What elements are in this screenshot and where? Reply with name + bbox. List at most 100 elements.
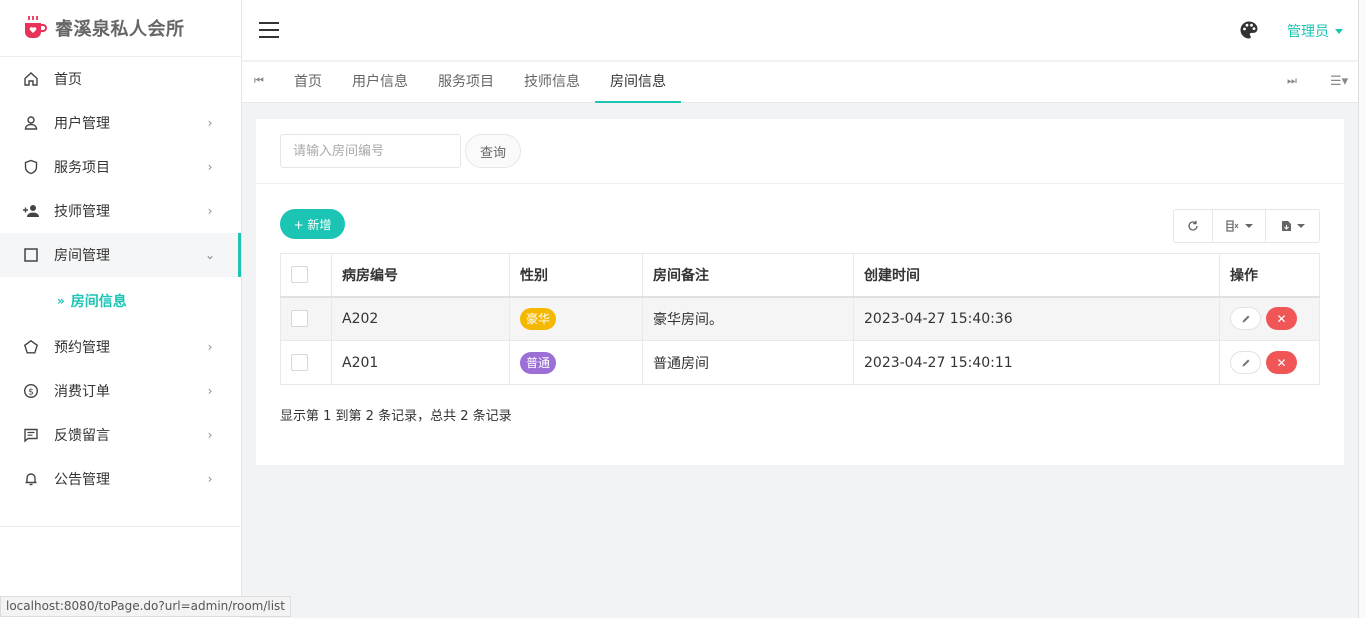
brand[interactable]: 睿溪泉私人会所: [0, 0, 241, 57]
pagination-summary: 显示第 1 到第 2 条记录，总共 2 条记录: [280, 409, 512, 424]
tab-options-icon[interactable]: ☰▾: [1330, 74, 1348, 89]
tab-scroll-left-icon[interactable]: ⏮: [254, 74, 264, 88]
delete-button[interactable]: ✕: [1266, 351, 1297, 374]
palette-icon[interactable]: [1239, 20, 1259, 40]
select-all-checkbox[interactable]: [291, 266, 308, 284]
column-header[interactable]: 房间备注: [642, 253, 854, 298]
room-number-search-input[interactable]: [280, 134, 461, 168]
sidebar-item-orders[interactable]: $ 消费订单 ›: [0, 369, 241, 413]
table-row: A202 豪华 豪华房间。 2023-04-27 15:40:36 ✕: [280, 296, 1320, 341]
note-cell: 豪华房间。: [642, 296, 854, 341]
sidebar-item-label: 用户管理: [54, 116, 110, 132]
created-time-cell: 2023-04-27 15:40:11: [853, 340, 1220, 385]
columns-toggle-button[interactable]: [1213, 210, 1266, 242]
bell-icon: [22, 470, 40, 488]
columns-icon: [1225, 220, 1238, 232]
tab-room-info[interactable]: 房间信息: [595, 62, 681, 103]
refresh-icon: [1188, 220, 1198, 231]
column-header[interactable]: 病房编号: [331, 253, 510, 298]
chevron-right-icon: ›: [207, 116, 213, 130]
sidebar-item-label: 消费订单: [54, 384, 110, 400]
column-header[interactable]: 性别: [509, 253, 643, 298]
sidebar-item-label: 公告管理: [54, 472, 110, 488]
search-button[interactable]: 查询: [465, 134, 521, 168]
refresh-button[interactable]: [1174, 210, 1213, 242]
room-number-cell: A202: [331, 296, 510, 341]
caret-down-icon: [1244, 224, 1253, 228]
chevron-right-icon: ›: [207, 340, 213, 354]
add-button[interactable]: + 新增: [280, 209, 345, 239]
table-row: A201 普通 普通房间 2023-04-27 15:40:11 ✕: [280, 340, 1320, 385]
close-icon: ✕: [1276, 355, 1287, 370]
file-export-icon: [1281, 221, 1291, 231]
actions-cell: ✕: [1219, 340, 1320, 385]
sidebar-item-feedback[interactable]: 反馈留言 ›: [0, 413, 241, 457]
chevron-right-icon: ›: [207, 428, 213, 442]
row-checkbox[interactable]: [291, 354, 308, 371]
shield-icon: [22, 158, 40, 176]
sidebar-item-rooms[interactable]: 房间管理 ⌄: [0, 233, 241, 277]
column-header[interactable]: 创建时间: [853, 253, 1220, 298]
sidebar-menu: 首页 用户管理 › 服务项目 › 技师管理 › 房间管理 ⌄ » 房间信息 预约…: [0, 57, 241, 501]
admin-label: 管理员: [1287, 24, 1329, 40]
search-bar: 查询: [256, 119, 1344, 184]
export-button[interactable]: [1266, 210, 1319, 242]
svg-text:$: $: [28, 388, 34, 398]
sidebar-item-label: 房间管理: [54, 248, 110, 264]
edit-button[interactable]: [1230, 307, 1261, 331]
row-checkbox[interactable]: [291, 310, 308, 328]
tab-user-info[interactable]: 用户信息: [337, 62, 423, 103]
sidebar-item-services[interactable]: 服务项目 ›: [0, 145, 241, 189]
sidebar: 睿溪泉私人会所 首页 用户管理 › 服务项目 › 技师管理 › 房间管理 ⌄ »…: [0, 0, 242, 618]
select-cell: [280, 296, 332, 341]
type-cell: 普通: [509, 340, 643, 385]
chevron-right-icon: ›: [207, 204, 213, 218]
sidebar-item-reservations[interactable]: 预约管理 ›: [0, 325, 241, 369]
created-time-cell: 2023-04-27 15:40:36: [853, 296, 1220, 341]
content-panel: 查询 + 新增 病房编号 性别 房间备注 创建时间 操作: [256, 119, 1344, 465]
sidebar-item-label: 反馈留言: [54, 428, 110, 444]
tab-scroll-right-icon[interactable]: ⏭: [1287, 74, 1297, 88]
tab-technician-info[interactable]: 技师信息: [509, 62, 595, 103]
tab-list: 首页 用户信息 服务项目 技师信息 房间信息: [279, 62, 681, 103]
tab-services[interactable]: 服务项目: [423, 62, 509, 103]
divider: [0, 526, 241, 527]
coin-icon: $: [22, 382, 40, 400]
sidebar-item-home[interactable]: 首页: [0, 57, 241, 101]
chevron-right-icon: ›: [207, 160, 213, 174]
pentagon-icon: [22, 338, 40, 356]
chevron-right-icon: ›: [207, 384, 213, 398]
coffee-cup-icon: [25, 16, 47, 38]
sidebar-subitem-room-info[interactable]: » 房间信息: [0, 277, 241, 325]
admin-dropdown[interactable]: 管理员: [1287, 21, 1343, 41]
caret-down-icon: [1296, 224, 1305, 228]
table-toolbar: [1173, 209, 1320, 243]
square-icon: [22, 246, 40, 264]
sidebar-item-label: 首页: [54, 72, 82, 88]
scrollbar[interactable]: [1358, 0, 1366, 618]
status-url: localhost:8080/toPage.do?url=admin/room/…: [0, 596, 292, 617]
tab-home[interactable]: 首页: [279, 62, 337, 103]
room-type-badge: 普通: [520, 351, 557, 374]
close-icon: ✕: [1276, 311, 1287, 326]
sidebar-item-users[interactable]: 用户管理 ›: [0, 101, 241, 145]
pencil-icon: [1242, 315, 1249, 323]
sidebar-item-label: 服务项目: [54, 160, 110, 176]
table-header-row: 病房编号 性别 房间备注 创建时间 操作: [280, 253, 1320, 298]
select-cell: [280, 340, 332, 385]
room-type-badge: 豪华: [520, 307, 557, 330]
sidebar-item-label: 技师管理: [54, 204, 110, 220]
select-all-cell: [280, 253, 332, 298]
delete-button[interactable]: ✕: [1266, 307, 1297, 331]
sidebar-item-technicians[interactable]: 技师管理 ›: [0, 189, 241, 233]
chevron-right-icon: ›: [207, 472, 213, 486]
menu-toggle-icon[interactable]: [259, 22, 279, 38]
rooms-table: 病房编号 性别 房间备注 创建时间 操作 A202 豪华 豪华房间。 2023-…: [280, 253, 1320, 385]
top-header: 管理员: [242, 0, 1358, 61]
sidebar-item-announcements[interactable]: 公告管理 ›: [0, 457, 241, 501]
actions-cell: ✕: [1219, 296, 1320, 341]
message-icon: [22, 426, 40, 444]
edit-button[interactable]: [1230, 351, 1261, 374]
home-icon: [22, 70, 40, 88]
note-cell: 普通房间: [642, 340, 854, 385]
